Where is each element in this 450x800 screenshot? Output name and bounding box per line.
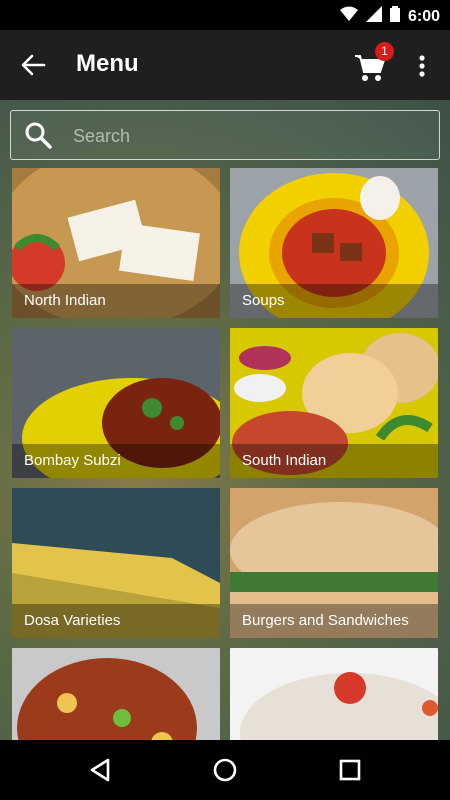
signal-icon <box>365 6 382 27</box>
status-bar: 6:00 <box>0 0 450 30</box>
page-title: Menu <box>76 50 139 77</box>
status-icons: 6:00 <box>339 6 440 27</box>
app-bar: Menu 1 <box>0 30 450 100</box>
cart-count-badge: 1 <box>375 42 394 61</box>
category-label: Dosa Varieties <box>12 604 220 638</box>
battery-icon <box>389 6 400 27</box>
category-label: Burgers and Sandwiches <box>230 604 438 638</box>
category-label: Soups <box>230 284 438 318</box>
category-label: Bombay Subzi <box>12 444 220 478</box>
status-time: 6:00 <box>407 7 440 25</box>
more-options-icon[interactable] <box>410 50 434 82</box>
category-tile-south-indian[interactable]: South Indian <box>230 328 438 478</box>
category-tile-soups[interactable]: Soups <box>230 168 438 318</box>
home-circle-icon[interactable] <box>209 754 241 786</box>
category-tile-north-indian[interactable]: North Indian <box>12 168 220 318</box>
search-input[interactable] <box>71 119 425 153</box>
search-icon <box>23 120 53 150</box>
category-tile-dosa-varieties[interactable]: Dosa Varieties <box>12 488 220 638</box>
category-tile-burgers-and-sandwiches[interactable]: Burgers and Sandwiches <box>230 488 438 638</box>
category-label: South Indian <box>230 444 438 478</box>
menu-content: North Indian Soups <box>0 100 450 798</box>
recent-apps-square-icon[interactable] <box>334 754 366 786</box>
category-label: North Indian <box>12 284 220 318</box>
wifi-icon <box>339 6 358 27</box>
search-bar[interactable] <box>10 110 440 160</box>
category-tile-bombay-subzi[interactable]: Bombay Subzi <box>12 328 220 478</box>
system-navigation-bar <box>0 740 450 800</box>
back-arrow-icon[interactable] <box>18 50 48 80</box>
back-triangle-icon[interactable] <box>84 754 116 786</box>
